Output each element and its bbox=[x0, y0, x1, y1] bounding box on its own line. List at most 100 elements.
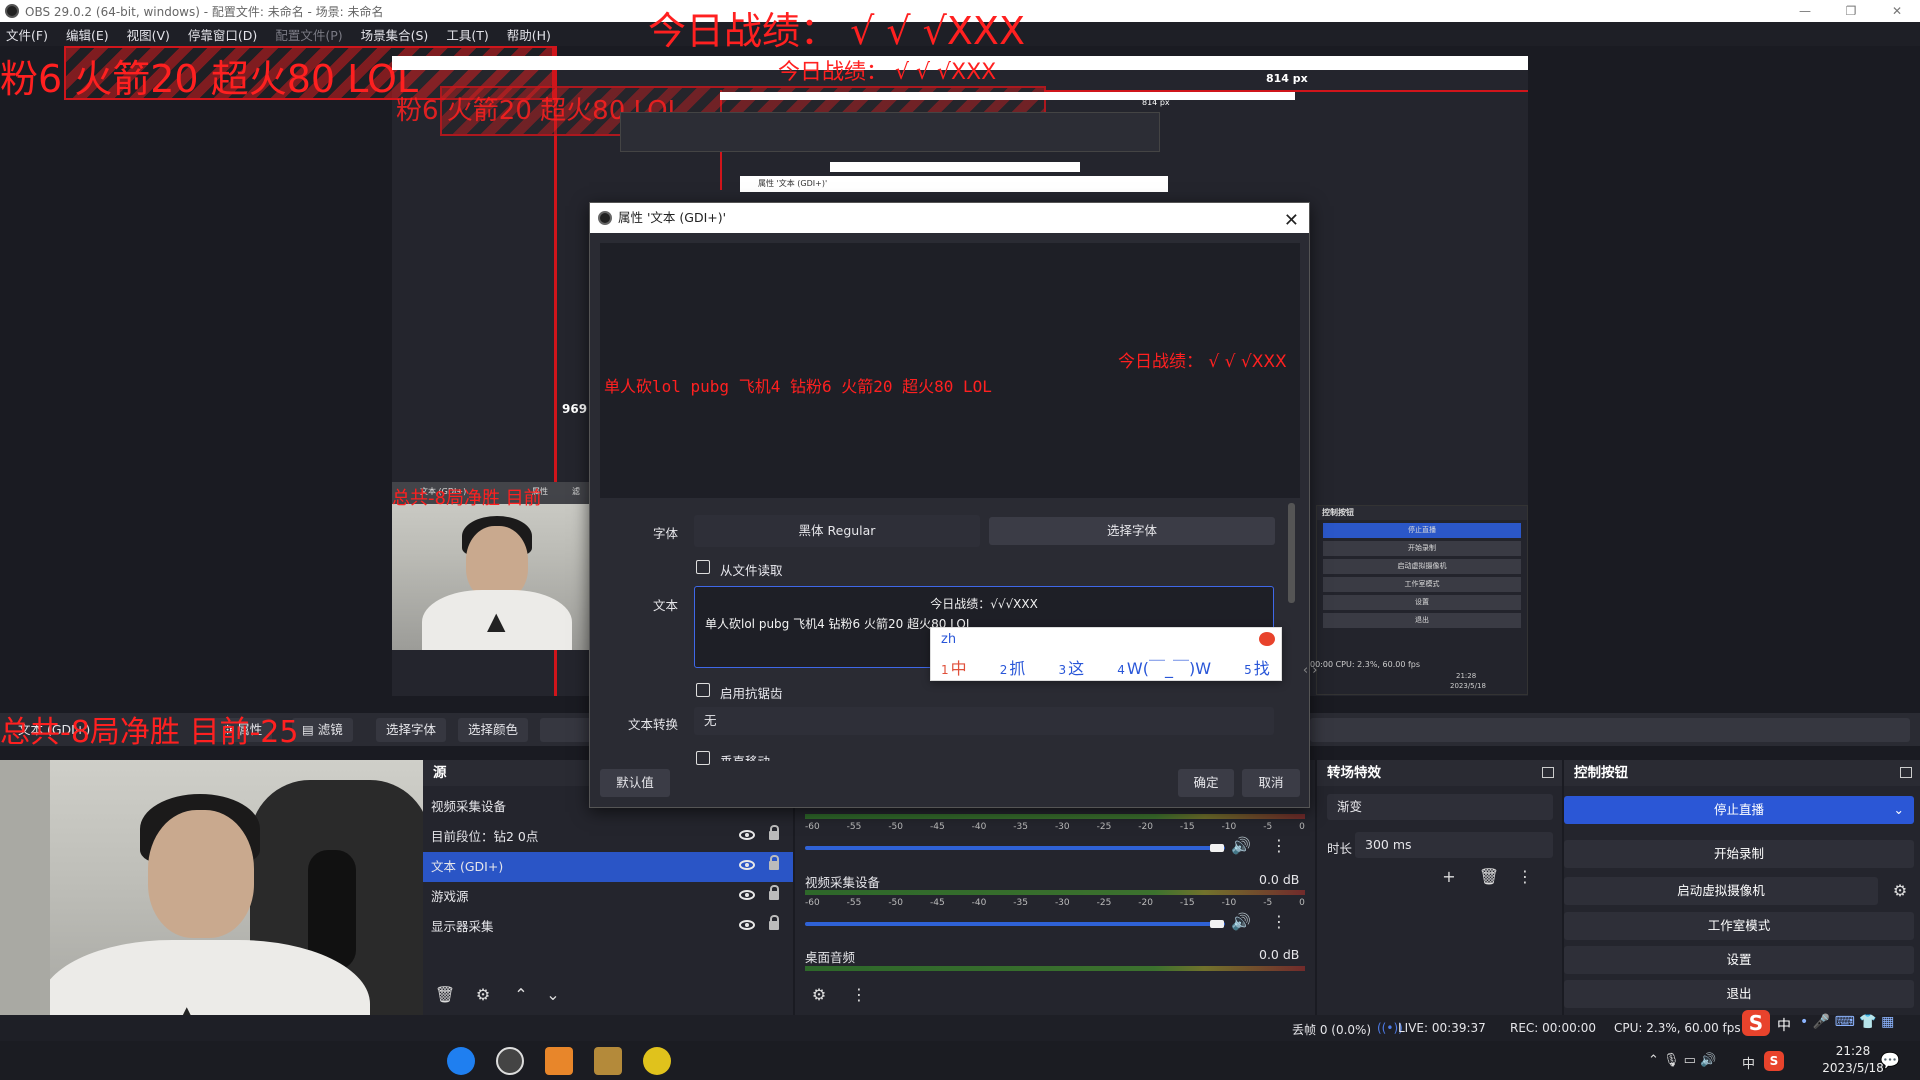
ime-candidate[interactable]: 2抓 bbox=[1000, 659, 1040, 678]
app-icon[interactable] bbox=[545, 1047, 573, 1075]
float-icon[interactable] bbox=[1900, 767, 1912, 778]
select-font-toolbar-button[interactable]: 选择字体 bbox=[376, 718, 447, 742]
stop-stream-button[interactable]: 停止直播 ⌄ bbox=[1564, 796, 1914, 824]
game-icon[interactable] bbox=[643, 1047, 671, 1075]
chevron-up-icon[interactable]: ⌃ bbox=[507, 982, 535, 1008]
px-label: 814 px bbox=[1266, 72, 1308, 85]
volume-knob[interactable] bbox=[1210, 920, 1224, 928]
dialog-scrollbar[interactable] bbox=[1288, 503, 1295, 603]
ime-skin-icon[interactable] bbox=[1259, 632, 1275, 646]
browser-icon[interactable] bbox=[447, 1047, 475, 1075]
eye-icon[interactable] bbox=[739, 920, 755, 930]
ime-candidate[interactable]: 1中 bbox=[941, 659, 981, 678]
league-icon[interactable] bbox=[594, 1047, 622, 1075]
ime-candidate-popup: zh 1中 2抓 3这 4 W(￣_￣)W 5找 ‹ › bbox=[930, 627, 1317, 681]
close-icon[interactable]: ✕ bbox=[1284, 206, 1299, 236]
menu-edit[interactable]: 编辑(E) bbox=[66, 25, 109, 44]
tray-lang[interactable]: 中 bbox=[1742, 1053, 1755, 1072]
lock-icon[interactable] bbox=[769, 915, 779, 930]
tray-icons[interactable]: ⌃ 🎙 ▭ 🔊 bbox=[1648, 1053, 1716, 1068]
transform-select[interactable]: 无 bbox=[694, 707, 1274, 735]
source-item[interactable]: 目前段位：钻2 0点 bbox=[423, 822, 793, 852]
more-vert-icon[interactable]: ⋮ bbox=[1511, 864, 1539, 890]
ime-candidate[interactable]: 5找 bbox=[1244, 659, 1284, 678]
ime-page-nav[interactable]: ‹ › bbox=[1303, 663, 1318, 678]
gear-icon[interactable]: ⚙ bbox=[469, 982, 497, 1008]
menu-view[interactable]: 视图(V) bbox=[127, 25, 170, 44]
trash-icon[interactable]: 🗑 bbox=[431, 982, 459, 1008]
ime-lang[interactable]: 中 bbox=[1777, 1015, 1791, 1035]
nested-cam-overlay: 总共-8局净胜 目前 bbox=[392, 488, 542, 509]
lock-icon[interactable] bbox=[769, 885, 779, 900]
eye-icon[interactable] bbox=[739, 890, 755, 900]
filters-button[interactable]: ▤ 滤镜 bbox=[292, 718, 353, 742]
eye-icon[interactable] bbox=[739, 860, 755, 870]
trash-icon[interactable]: 🗑 bbox=[1475, 864, 1503, 890]
more-vert-icon[interactable]: ⋮ bbox=[1265, 909, 1293, 935]
ime-candidate[interactable]: 4 W(￣_￣)W bbox=[1117, 659, 1225, 678]
float-icon[interactable] bbox=[1542, 767, 1554, 778]
source-item-selected[interactable]: 文本 (GDI+) bbox=[423, 852, 793, 882]
minimize-button[interactable]: — bbox=[1782, 0, 1828, 22]
select-font-button[interactable]: 选择字体 bbox=[989, 517, 1275, 545]
menu-file[interactable]: 文件(F) bbox=[6, 25, 48, 44]
ime-candidate[interactable]: 3这 bbox=[1059, 659, 1099, 678]
read-from-file-checkbox[interactable] bbox=[696, 560, 710, 574]
mixer-channel-db: 0.0 dB bbox=[1259, 872, 1300, 887]
source-item[interactable]: 游戏源 bbox=[423, 882, 793, 912]
add-icon[interactable]: + bbox=[1435, 864, 1463, 890]
transitions-dock: 转场特效 渐变 时长 300 ms + 🗑 ⋮ bbox=[1317, 760, 1562, 1015]
studio-mode-button[interactable]: 工作室模式 bbox=[1564, 912, 1914, 940]
sogou-ime-icon[interactable]: S bbox=[1742, 1010, 1770, 1036]
lock-icon[interactable] bbox=[769, 825, 779, 840]
source-item[interactable]: 显示器采集 bbox=[423, 912, 793, 942]
notification-icon[interactable]: 💬 bbox=[1880, 1051, 1900, 1070]
eye-icon[interactable] bbox=[739, 830, 755, 840]
mini-studio-mode: 工作室模式 bbox=[1323, 577, 1521, 592]
taskbar: ⌃ 🎙 ▭ 🔊 中 S 21:28 2023/5/18 💬 bbox=[0, 1041, 1920, 1080]
mini-dialog-title: 属性 '文本 (GDI+)' bbox=[740, 176, 1168, 192]
maximize-button[interactable]: ❐ bbox=[1828, 0, 1874, 22]
mini-clock-date: 2023/5/18 bbox=[1450, 682, 1486, 690]
exit-button[interactable]: 退出 bbox=[1564, 980, 1914, 1008]
menu-profile[interactable]: 配置文件(P) bbox=[275, 25, 342, 44]
menu-docks[interactable]: 停靠窗口(D) bbox=[188, 25, 257, 44]
antialias-checkbox[interactable] bbox=[696, 683, 710, 697]
menu-help[interactable]: 帮助(H) bbox=[507, 25, 551, 44]
menu-scene-collection[interactable]: 场景集合(S) bbox=[361, 25, 429, 44]
speaker-icon[interactable]: 🔊 bbox=[1227, 909, 1255, 935]
more-vert-icon[interactable]: ⋮ bbox=[845, 982, 873, 1008]
transition-select[interactable]: 渐变 bbox=[1327, 794, 1553, 820]
ime-tray-icons[interactable]: • 🎤 ⌨ 👕 ▦ bbox=[1800, 1014, 1894, 1030]
cancel-button[interactable]: 取消 bbox=[1242, 769, 1300, 797]
menu-tools[interactable]: 工具(T) bbox=[446, 25, 488, 44]
mini-settings: 设置 bbox=[1323, 595, 1521, 610]
vertical-label: 垂直移动 bbox=[720, 751, 770, 761]
text-label: 文本 bbox=[652, 598, 678, 613]
chevron-down-icon[interactable]: ⌄ bbox=[1894, 796, 1904, 824]
toolbar-extra-field-2[interactable] bbox=[1310, 718, 1910, 742]
meter bbox=[805, 890, 1305, 895]
virtual-cam-button[interactable]: 启动虚拟摄像机 bbox=[1564, 877, 1878, 905]
sogou-tray-icon[interactable]: S bbox=[1764, 1051, 1784, 1071]
dialog-preview-title: 今日战绩： √ √ √XXX bbox=[1118, 352, 1287, 372]
more-vert-icon[interactable]: ⋮ bbox=[1265, 833, 1293, 859]
close-button[interactable]: ✕ bbox=[1874, 0, 1920, 22]
vertical-checkbox[interactable] bbox=[696, 751, 710, 765]
settings-button[interactable]: 设置 bbox=[1564, 946, 1914, 974]
gear-icon[interactable]: ⚙ bbox=[1886, 878, 1914, 904]
gear-icon[interactable]: ⚙ bbox=[805, 982, 833, 1008]
lock-icon[interactable] bbox=[769, 855, 779, 870]
defaults-button[interactable]: 默认值 bbox=[600, 769, 670, 797]
select-color-button[interactable]: 选择颜色 bbox=[458, 718, 529, 742]
chevron-down-icon[interactable]: ⌄ bbox=[539, 982, 567, 1008]
volume-slider[interactable] bbox=[805, 846, 1225, 850]
speaker-icon[interactable]: 🔊 bbox=[1227, 833, 1255, 859]
duration-input[interactable]: 300 ms bbox=[1355, 832, 1553, 858]
obs-taskbar-icon[interactable] bbox=[496, 1047, 524, 1075]
volume-slider[interactable] bbox=[805, 922, 1225, 926]
start-record-button[interactable]: 开始录制 bbox=[1564, 840, 1914, 868]
volume-knob[interactable] bbox=[1210, 844, 1224, 852]
ok-button[interactable]: 确定 bbox=[1178, 769, 1234, 797]
mini-virtual-cam: 启动虚拟摄像机 bbox=[1323, 559, 1521, 574]
